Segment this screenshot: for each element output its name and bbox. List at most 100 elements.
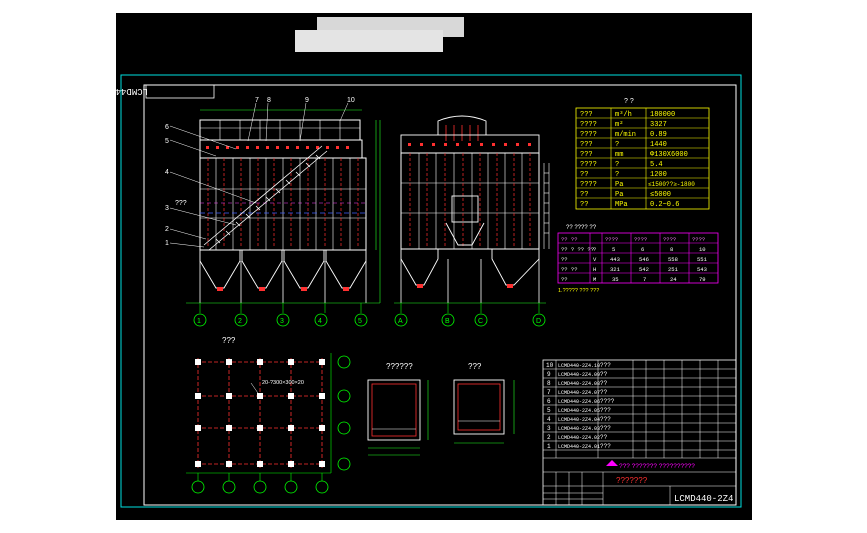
param-name-5: ???? bbox=[580, 161, 597, 169]
company-name: ??? ??????? ?????????? bbox=[619, 463, 695, 470]
load-r3-c6: 79 bbox=[699, 276, 706, 283]
load-r0-c1: ?? ? ?? ?? bbox=[561, 246, 594, 253]
callout-3: 3 bbox=[165, 205, 169, 212]
load-r1-c1: ?? bbox=[561, 256, 568, 263]
load-r1-c6: 551 bbox=[697, 256, 708, 263]
drawing-title: ??????? bbox=[616, 476, 648, 485]
load-header-2: ???? bbox=[634, 236, 647, 243]
param-unit-7: Pa bbox=[615, 181, 623, 189]
param-value-9: 0.2~0.6 bbox=[650, 201, 679, 209]
load-r3-c5: 24 bbox=[670, 276, 677, 283]
param-value-4: Φ130X6000 bbox=[650, 151, 688, 159]
side-axis-bubble-a: A bbox=[398, 318, 403, 325]
load-r2-c5: 251 bbox=[668, 266, 679, 273]
bom-name-2: ?? bbox=[600, 380, 608, 387]
param-value-3: 1440 bbox=[650, 141, 667, 149]
side-axis-bubble-d: D bbox=[536, 318, 541, 325]
param-name-7: ???? bbox=[580, 181, 597, 189]
bom-name-7: ??? bbox=[600, 425, 611, 432]
section-b-title: ??? bbox=[468, 362, 482, 371]
side-label: ??? bbox=[175, 200, 187, 207]
bom-no-5: 5 bbox=[547, 407, 551, 414]
bom-no-0: 10 bbox=[546, 362, 554, 369]
param-name-9: ?? bbox=[580, 201, 588, 209]
param-value-8: ≤5000 bbox=[650, 191, 671, 199]
callout-2: 2 bbox=[165, 226, 169, 233]
load-r3-c1: ?? bbox=[561, 276, 568, 283]
side-view bbox=[394, 115, 550, 313]
load-header-1: ???? bbox=[605, 236, 618, 243]
param-unit-6: ? bbox=[615, 171, 619, 179]
param-name-8: ?? bbox=[580, 191, 588, 199]
bom-code-5: LCMD440-2Z4.05 bbox=[558, 408, 600, 414]
bom-name-9: ??? bbox=[600, 443, 611, 450]
plan-note: 20-?300×300×20 bbox=[262, 380, 304, 386]
bom-name-8: ?? bbox=[600, 434, 608, 441]
bom-no-2: 8 bbox=[547, 380, 551, 387]
load-r2-c6: 543 bbox=[697, 266, 707, 273]
bom-code-4: LCMD440-2Z4.06 bbox=[558, 399, 600, 405]
drawing-code: LCMD440-2Z4 bbox=[674, 494, 733, 504]
bom-no-4: 6 bbox=[547, 398, 551, 405]
axis-bubble-1: 1 bbox=[197, 318, 201, 325]
param-value-5: 5.4 bbox=[650, 161, 663, 169]
param-unit-2: m/min bbox=[615, 131, 636, 139]
params-table-header: ? ? bbox=[624, 98, 634, 105]
cad-drawing: LCMD440-2Z4 bbox=[116, 17, 742, 508]
load-header-4: ???? bbox=[692, 236, 705, 243]
bom-no-9: 1 bbox=[547, 443, 551, 450]
axis-bubble-5: 5 bbox=[358, 318, 362, 325]
param-unit-4: mm bbox=[615, 151, 623, 159]
bom-no-3: 7 bbox=[547, 389, 551, 396]
bom-name-0: ??? bbox=[600, 362, 611, 369]
bom-name-6: ??? bbox=[600, 416, 611, 423]
drawing-number-box bbox=[145, 84, 215, 99]
drawing-number-rotated: LCMD440-2Z4 bbox=[116, 86, 148, 96]
bom-name-1: ?? bbox=[600, 371, 608, 378]
bom-code-2: LCMD440-2Z4.08 bbox=[558, 381, 600, 387]
param-value-7: ≤1500??≥-1800 bbox=[648, 181, 695, 188]
load-r2-c2: H bbox=[593, 266, 596, 273]
param-unit-1: m² bbox=[615, 121, 623, 129]
bom-code-0: LCMD440-2Z4.10 bbox=[558, 363, 600, 369]
axis-bubble-4: 4 bbox=[318, 318, 322, 325]
blurred-header-bar-2 bbox=[295, 30, 443, 52]
bom-name-4: ???? bbox=[600, 398, 615, 405]
param-name-4: ??? bbox=[580, 151, 593, 159]
load-r0-c6: 10 bbox=[699, 246, 706, 253]
load-r1-c3: 443 bbox=[610, 256, 620, 263]
load-r0-c3: 5 bbox=[612, 246, 615, 253]
load-table-note: 1.????? ??? ??? bbox=[558, 288, 599, 294]
load-r0-c4: 6 bbox=[641, 246, 644, 253]
front-view bbox=[169, 102, 381, 313]
param-unit-3: ? bbox=[615, 141, 619, 149]
axis-bubble-2: 2 bbox=[238, 318, 242, 325]
load-r1-c5: 558 bbox=[668, 256, 678, 263]
bom-no-1: 9 bbox=[547, 371, 551, 378]
foundation-plan-title: ??? bbox=[222, 336, 236, 345]
param-name-0: ??? bbox=[580, 111, 593, 119]
section-b-detail bbox=[453, 379, 515, 444]
bom-code-1: LCMD440-2Z4.09 bbox=[558, 372, 600, 378]
cad-viewer[interactable]: LCMD440-2Z4 bbox=[116, 13, 752, 520]
param-value-6: 1200 bbox=[650, 171, 667, 179]
foundation-plan bbox=[186, 353, 351, 494]
bom-code-3: LCMD440-2Z4.07 bbox=[558, 390, 600, 396]
bom-name-3: ?? bbox=[600, 389, 608, 396]
bom-code-6: LCMD440-2Z4.04 bbox=[558, 417, 600, 423]
axis-bubble-3: 3 bbox=[280, 318, 284, 325]
callout-8: 8 bbox=[267, 97, 271, 104]
bom-code-9: LCMD440-2Z4.01 bbox=[558, 444, 600, 450]
load-r2-c1: ?? ?? bbox=[561, 266, 578, 273]
param-value-1: 3327 bbox=[650, 121, 667, 129]
param-name-2: ???? bbox=[580, 131, 597, 139]
bom-no-8: 2 bbox=[547, 434, 551, 441]
bom-no-7: 3 bbox=[547, 425, 551, 432]
param-value-0: 180000 bbox=[650, 111, 675, 119]
load-r3-c4: 7 bbox=[643, 276, 646, 283]
callout-1: 1 bbox=[165, 240, 169, 247]
load-r3-c3: 35 bbox=[612, 276, 619, 283]
load-r1-c4: 546 bbox=[639, 256, 649, 263]
bom-code-8: LCMD440-2Z4.02 bbox=[558, 435, 600, 441]
section-a-title: ?????? bbox=[386, 362, 413, 371]
